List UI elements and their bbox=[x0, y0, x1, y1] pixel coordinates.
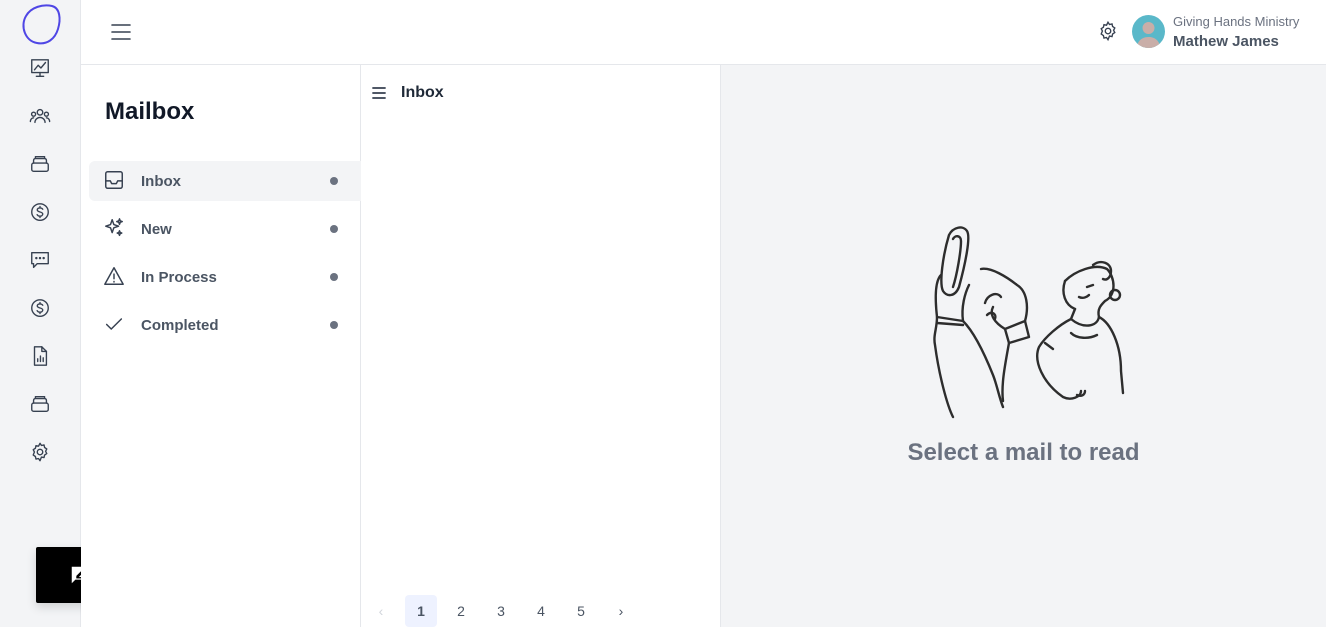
page-button-5[interactable]: 5 bbox=[565, 595, 597, 627]
list-title: Inbox bbox=[401, 84, 444, 101]
users-icon[interactable] bbox=[28, 104, 52, 128]
mailbox-folder-panel: Mailbox Inbox New In Process Completed bbox=[81, 65, 361, 627]
dashboard-chart-icon[interactable] bbox=[28, 56, 52, 80]
status-dot bbox=[330, 321, 338, 329]
avatar[interactable] bbox=[1132, 15, 1165, 48]
logo-icon[interactable] bbox=[17, 2, 63, 46]
message-list-panel: Inbox ‹ 1 2 3 4 5 › bbox=[361, 65, 721, 627]
dollar-icon[interactable] bbox=[28, 296, 52, 320]
page-title: Mailbox bbox=[105, 98, 195, 125]
stack-icon[interactable] bbox=[28, 152, 52, 176]
dollar-icon[interactable] bbox=[28, 200, 52, 224]
folder-inbox[interactable]: Inbox bbox=[89, 161, 361, 201]
sparkles-icon bbox=[103, 217, 127, 241]
folder-label: In Process bbox=[141, 269, 217, 286]
status-dot bbox=[330, 273, 338, 281]
top-bar: Giving Hands Ministry Mathew James bbox=[81, 0, 1326, 65]
hamburger-menu-icon[interactable] bbox=[109, 20, 133, 44]
folder-label: Inbox bbox=[141, 173, 181, 190]
gear-icon[interactable] bbox=[28, 440, 52, 464]
page-button-4[interactable]: 4 bbox=[525, 595, 557, 627]
stack-icon[interactable] bbox=[28, 392, 52, 416]
warning-icon bbox=[103, 265, 127, 289]
report-icon[interactable] bbox=[28, 344, 52, 368]
chat-icon[interactable] bbox=[28, 248, 52, 272]
folder-new[interactable]: New bbox=[89, 209, 361, 249]
status-dot bbox=[330, 225, 338, 233]
folder-in-process[interactable]: In Process bbox=[89, 257, 361, 297]
page-button-2[interactable]: 2 bbox=[445, 595, 477, 627]
empty-state-message: Select a mail to read bbox=[907, 439, 1140, 466]
pagination: ‹ 1 2 3 4 5 › bbox=[361, 595, 721, 627]
inbox-icon bbox=[103, 169, 127, 193]
list-menu-icon[interactable] bbox=[371, 85, 387, 101]
organization-name: Giving Hands Ministry bbox=[1173, 14, 1300, 29]
reading-pane: Select a mail to read bbox=[721, 65, 1326, 627]
folder-completed[interactable]: Completed bbox=[89, 305, 361, 345]
page-button-3[interactable]: 3 bbox=[485, 595, 517, 627]
folder-label: Completed bbox=[141, 317, 219, 334]
status-dot bbox=[330, 177, 338, 185]
page-button-1[interactable]: 1 bbox=[405, 595, 437, 627]
prev-page-button[interactable]: ‹ bbox=[365, 595, 397, 627]
icon-rail bbox=[0, 0, 81, 627]
settings-gear-icon[interactable] bbox=[1097, 20, 1121, 44]
folder-label: New bbox=[141, 221, 172, 238]
next-page-button[interactable]: › bbox=[605, 595, 637, 627]
empty-state-illustration bbox=[925, 225, 1125, 421]
user-name[interactable]: Mathew James bbox=[1173, 33, 1279, 50]
check-icon bbox=[103, 313, 127, 337]
